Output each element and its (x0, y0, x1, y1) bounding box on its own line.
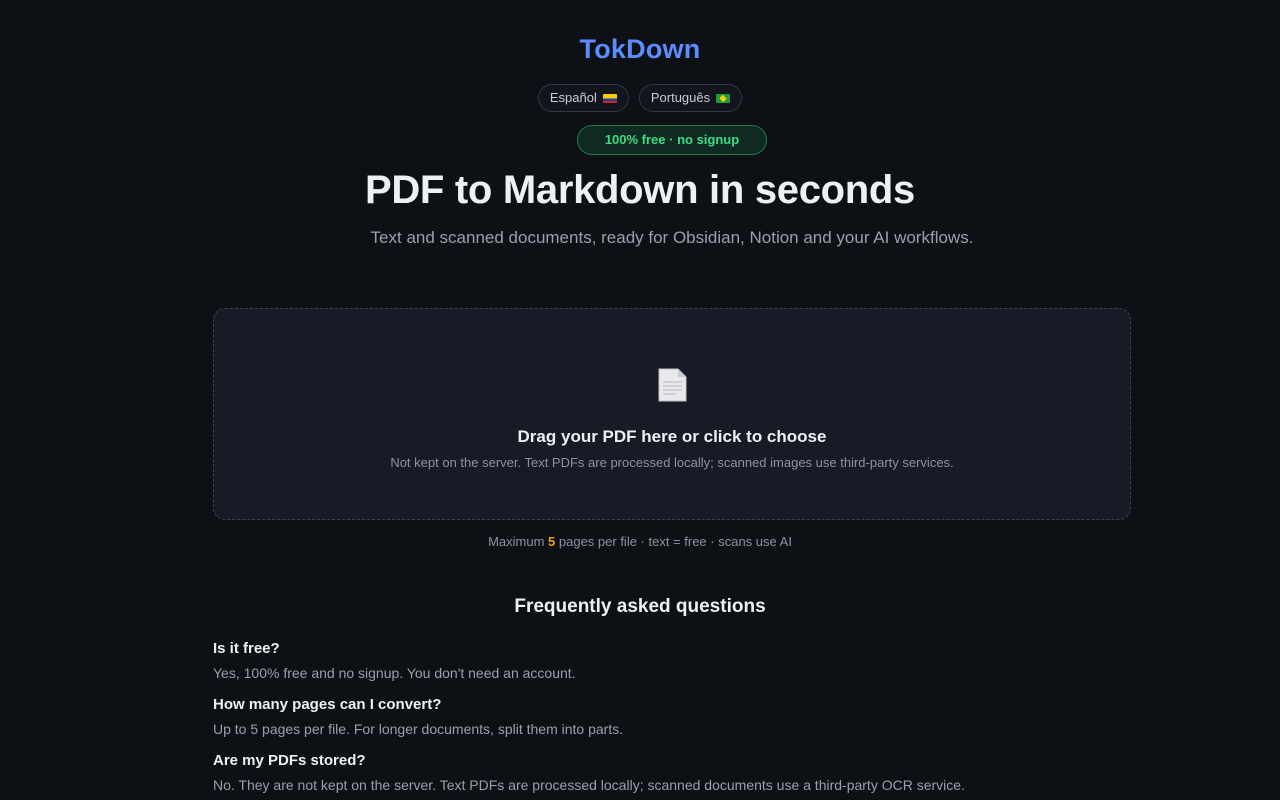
faq-answer: Yes, 100% free and no signup. You don't … (213, 665, 576, 681)
faq-question: Are my PDFs stored? (213, 752, 366, 769)
free-badge: 100% free · no signup (577, 125, 767, 155)
colombia-flag-icon (602, 93, 617, 103)
faq-item: Are my PDFs stored? No. They are not kep… (213, 752, 1129, 794)
faq-answer: No. They are not kept on the server. Tex… (213, 777, 965, 793)
language-portuguese-label: Português (650, 90, 711, 105)
language-spanish-button[interactable]: Español (537, 84, 629, 112)
dropzone-note: Not kept on the server. Text PDFs are pr… (390, 455, 954, 470)
language-portuguese-button[interactable]: Português (638, 84, 743, 112)
limit-max-pages: 5 (548, 534, 556, 549)
page-limit-info: Maximum 5 pages per file · text = free ·… (0, 534, 1280, 549)
page: TokDown Español Português 100% free · no… (0, 0, 1280, 800)
faq-question: Is it free? (213, 640, 280, 657)
limit-suffix: pages per file · text = free · scans use… (558, 534, 792, 549)
faq-item: How many pages can I convert? Up to 5 pa… (213, 696, 1129, 738)
dropzone-title: Drag your PDF here or click to choose (517, 427, 827, 446)
faq-title: Frequently asked questions (514, 596, 766, 617)
faq-list: Is it free? Yes, 100% free and no signup… (213, 640, 1129, 800)
logo[interactable]: TokDown (0, 34, 1280, 65)
faq-item: Is it free? Yes, 100% free and no signup… (213, 640, 1129, 682)
faq-answer: Up to 5 pages per file. For longer docum… (213, 721, 624, 737)
language-spanish-label: Español (549, 90, 597, 105)
language-switcher: Español Português (0, 84, 1280, 112)
faq-question: How many pages can I convert? (213, 696, 442, 713)
document-icon (658, 368, 687, 402)
limit-prefix: Maximum (488, 534, 545, 549)
brazil-flag-icon (716, 93, 731, 103)
pdf-dropzone[interactable]: Drag your PDF here or click to choose No… (213, 308, 1131, 520)
hero-title: PDF to Markdown in seconds (364, 168, 916, 212)
hero-subtitle: Text and scanned documents, ready for Ob… (370, 228, 974, 247)
